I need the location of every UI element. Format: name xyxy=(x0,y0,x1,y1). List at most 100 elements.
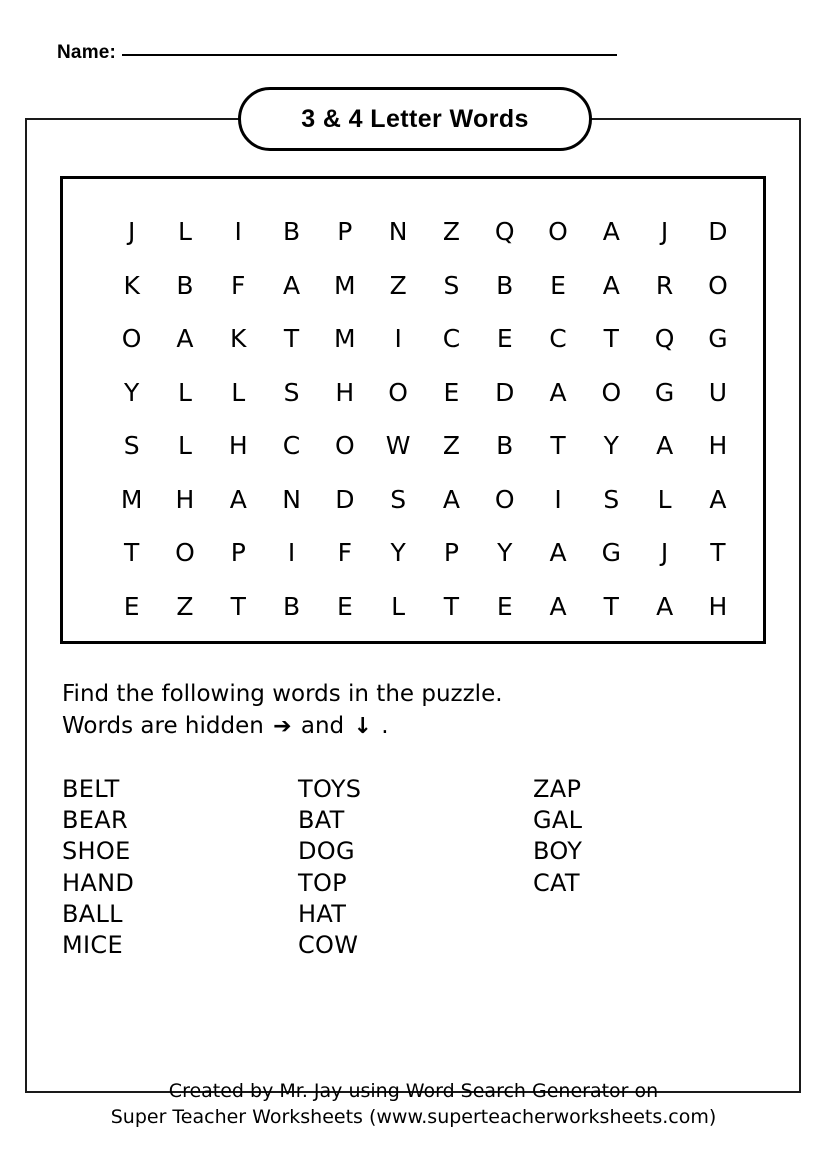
grid-cell[interactable]: R xyxy=(638,273,691,298)
grid-cell[interactable]: G xyxy=(585,540,638,565)
grid-cell[interactable]: O xyxy=(691,273,744,298)
grid-cell[interactable]: L xyxy=(212,380,265,405)
grid-cell[interactable]: Y xyxy=(105,380,158,405)
grid-cell[interactable]: M xyxy=(318,273,371,298)
grid-cell[interactable]: Y xyxy=(585,433,638,458)
grid-cell[interactable]: H xyxy=(691,433,744,458)
grid-cell[interactable]: Z xyxy=(425,433,478,458)
grid-cell[interactable]: A xyxy=(531,540,584,565)
grid-cell[interactable]: S xyxy=(105,433,158,458)
grid-cell[interactable]: A xyxy=(531,380,584,405)
word-list-item[interactable]: TOP xyxy=(298,868,533,899)
grid-cell[interactable]: T xyxy=(531,433,584,458)
grid-cell[interactable]: L xyxy=(638,487,691,512)
grid-cell[interactable]: A xyxy=(265,273,318,298)
word-list-item[interactable]: BALL xyxy=(62,899,298,930)
grid-cell[interactable]: C xyxy=(531,326,584,351)
grid-cell[interactable]: J xyxy=(105,219,158,244)
word-list-item[interactable]: CAT xyxy=(533,868,713,899)
word-list-item[interactable]: DOG xyxy=(298,836,533,867)
grid-cell[interactable]: Q xyxy=(478,219,531,244)
grid-cell[interactable]: M xyxy=(105,487,158,512)
grid-cell[interactable]: L xyxy=(371,594,424,619)
grid-cell[interactable]: O xyxy=(105,326,158,351)
grid-cell[interactable]: G xyxy=(691,326,744,351)
grid-cell[interactable]: L xyxy=(158,433,211,458)
grid-cell[interactable]: K xyxy=(105,273,158,298)
grid-cell[interactable]: A xyxy=(531,594,584,619)
grid-cell[interactable]: T xyxy=(585,326,638,351)
grid-cell[interactable]: T xyxy=(585,594,638,619)
grid-cell[interactable]: H xyxy=(158,487,211,512)
grid-cell[interactable]: J xyxy=(638,219,691,244)
grid-cell[interactable]: E xyxy=(105,594,158,619)
grid-cell[interactable]: E xyxy=(531,273,584,298)
word-list-item[interactable]: TOYS xyxy=(298,774,533,805)
grid-cell[interactable]: O xyxy=(318,433,371,458)
grid-cell[interactable]: S xyxy=(585,487,638,512)
grid-cell[interactable]: B xyxy=(265,219,318,244)
grid-cell[interactable]: K xyxy=(212,326,265,351)
word-list-item[interactable]: BOY xyxy=(533,836,713,867)
grid-cell[interactable]: A xyxy=(585,219,638,244)
grid-cell[interactable]: N xyxy=(265,487,318,512)
grid-cell[interactable]: B xyxy=(265,594,318,619)
grid-cell[interactable]: T xyxy=(212,594,265,619)
grid-cell[interactable]: Z xyxy=(158,594,211,619)
grid-cell[interactable]: G xyxy=(638,380,691,405)
grid-cell[interactable]: Y xyxy=(478,540,531,565)
grid-cell[interactable]: D xyxy=(478,380,531,405)
grid-cell[interactable]: B xyxy=(478,433,531,458)
grid-cell[interactable]: O xyxy=(478,487,531,512)
grid-cell[interactable]: Q xyxy=(638,326,691,351)
grid-cell[interactable]: A xyxy=(691,487,744,512)
grid-cell[interactable]: I xyxy=(371,326,424,351)
grid-cell[interactable]: T xyxy=(265,326,318,351)
grid-cell[interactable]: Z xyxy=(371,273,424,298)
grid-cell[interactable]: T xyxy=(105,540,158,565)
grid-cell[interactable]: P xyxy=(212,540,265,565)
grid-cell[interactable]: M xyxy=(318,326,371,351)
grid-cell[interactable]: N xyxy=(371,219,424,244)
grid-cell[interactable]: Z xyxy=(425,219,478,244)
grid-cell[interactable]: P xyxy=(425,540,478,565)
word-list-item[interactable]: HAND xyxy=(62,868,298,899)
grid-cell[interactable]: O xyxy=(371,380,424,405)
grid-cell[interactable]: L xyxy=(158,380,211,405)
grid-cell[interactable]: T xyxy=(691,540,744,565)
grid-cell[interactable]: L xyxy=(158,219,211,244)
grid-cell[interactable]: A xyxy=(425,487,478,512)
grid-cell[interactable]: B xyxy=(158,273,211,298)
grid-cell[interactable]: B xyxy=(478,273,531,298)
grid-cell[interactable]: H xyxy=(212,433,265,458)
word-list-item[interactable]: HAT xyxy=(298,899,533,930)
word-list-item[interactable]: BEAR xyxy=(62,805,298,836)
grid-cell[interactable]: O xyxy=(531,219,584,244)
grid-cell[interactable]: A xyxy=(212,487,265,512)
grid-cell[interactable]: H xyxy=(691,594,744,619)
grid-cell[interactable]: J xyxy=(638,540,691,565)
word-list-item[interactable]: ZAP xyxy=(533,774,713,805)
grid-cell[interactable]: E xyxy=(478,594,531,619)
grid-cell[interactable]: O xyxy=(158,540,211,565)
grid-cell[interactable]: S xyxy=(265,380,318,405)
grid-cell[interactable]: U xyxy=(691,380,744,405)
grid-cell[interactable]: F xyxy=(318,540,371,565)
grid-cell[interactable]: F xyxy=(212,273,265,298)
grid-cell[interactable]: E xyxy=(478,326,531,351)
grid-cell[interactable]: A xyxy=(585,273,638,298)
grid-cell[interactable]: H xyxy=(318,380,371,405)
grid-cell[interactable]: T xyxy=(425,594,478,619)
name-input-line[interactable] xyxy=(122,53,617,56)
grid-cell[interactable]: E xyxy=(318,594,371,619)
word-list-item[interactable]: GAL xyxy=(533,805,713,836)
grid-cell[interactable]: I xyxy=(531,487,584,512)
grid-cell[interactable]: I xyxy=(212,219,265,244)
word-list-item[interactable]: COW xyxy=(298,930,533,961)
grid-cell[interactable]: A xyxy=(638,594,691,619)
grid-cell[interactable]: I xyxy=(265,540,318,565)
grid-cell[interactable]: P xyxy=(318,219,371,244)
grid-cell[interactable]: C xyxy=(265,433,318,458)
word-list-item[interactable]: BELT xyxy=(62,774,298,805)
word-list-item[interactable]: BAT xyxy=(298,805,533,836)
